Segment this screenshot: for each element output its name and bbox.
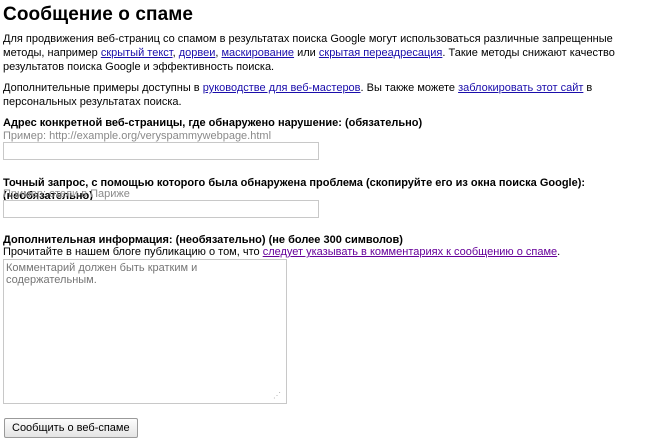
url-field-label: Адрес конкретной веб-страницы, где обнар… bbox=[3, 117, 423, 129]
info-hint-text: Прочитайте в нашем блоге публикацию о то… bbox=[3, 246, 263, 258]
intro-paragraph: Для продвижения веб-страниц со спамом в … bbox=[3, 32, 643, 74]
submit-spam-report-button[interactable]: Сообщить о веб-спаме bbox=[4, 418, 138, 438]
resize-grip-icon[interactable]: ⋰ bbox=[273, 392, 281, 400]
cloaking-link[interactable]: маскирование bbox=[221, 47, 294, 59]
intro-text: или bbox=[294, 47, 319, 59]
webmaster-guidelines-link[interactable]: руководстве для веб-мастеров bbox=[203, 82, 361, 94]
info-field-hint: Прочитайте в нашем блоге публикацию о то… bbox=[3, 246, 560, 259]
doorways-link[interactable]: дорвеи bbox=[179, 47, 216, 59]
hidden-text-link[interactable]: скрытый текст bbox=[101, 47, 173, 59]
info-hint-text: . bbox=[557, 246, 561, 258]
comment-textarea[interactable] bbox=[3, 259, 287, 404]
more-info-paragraph: Дополнительные примеры доступны в руково… bbox=[3, 81, 643, 109]
url-input[interactable] bbox=[3, 142, 319, 160]
more-text: Дополнительные примеры доступны в bbox=[3, 82, 203, 94]
sneaky-redirects-link[interactable]: скрытая переадресация bbox=[319, 47, 442, 59]
block-site-link[interactable]: заблокировать этот сайт bbox=[458, 82, 583, 94]
more-text: . Вы также можете bbox=[360, 82, 459, 94]
query-input[interactable] bbox=[3, 200, 319, 218]
page-title: Сообщение о спаме bbox=[3, 4, 194, 25]
blog-post-link[interactable]: следует указывать в комментариях к сообщ… bbox=[263, 246, 557, 258]
